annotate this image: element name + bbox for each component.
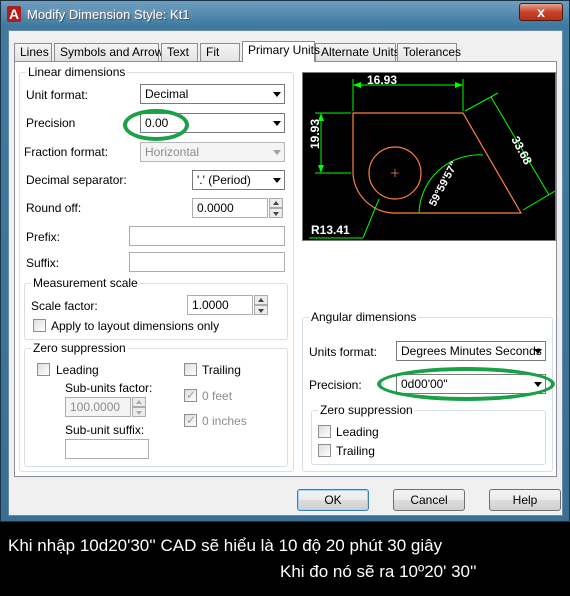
zero-feet-label: 0 feet [202,389,233,403]
window-title: Modify Dimension Style: Kt1 [27,7,190,22]
sub-units-factor-label: Sub-units factor: [65,381,153,395]
angular-units-format-label: Units format: [309,345,378,359]
precision-label: Precision [26,116,76,130]
angular-zero-suppression-title: Zero suppression [318,403,415,417]
fraction-format-label: Fraction format: [24,145,109,159]
caption-bar: Khi nhập 10d20'30'' CAD sẽ hiểu là 10 độ… [0,522,570,596]
prefix-input[interactable] [129,226,285,246]
dialog-client-area: Lines Symbols and Arrows Text Fit Primar… [8,30,563,516]
tab-text[interactable]: Text [161,43,198,61]
sub-unit-suffix-input[interactable] [65,439,149,459]
tab-symbols-and-arrows[interactable]: Symbols and Arrows [54,43,169,61]
tab-tolerances[interactable]: Tolerances [397,43,461,61]
close-button[interactable]: x [519,3,563,21]
preview-drawing: 16.93 19.93 33.68 59°59'57" R13.41 [308,73,555,239]
angular-dimensions-group: Angular dimensions Units format: Degrees… [302,310,553,472]
angular-leading-checkbox[interactable] [318,425,331,438]
angular-units-format-select[interactable]: Degrees Minutes Seconds [396,341,546,361]
cancel-button[interactable]: Cancel [393,489,465,511]
chevron-down-icon [273,121,281,126]
sub-units-factor-input[interactable]: 100.0000 [65,397,131,417]
unit-format-value: Decimal [145,87,189,101]
preview-dim-left: 19.93 [308,119,322,149]
angular-trailing-label: Trailing [336,444,375,458]
apply-layout-label: Apply to layout dimensions only [51,319,220,333]
zero-suppression-title: Zero suppression [31,341,128,355]
decimal-separator-select[interactable]: '.' (Period) [192,170,285,190]
unit-format-label: Unit format: [26,88,89,102]
suffix-label: Suffix: [26,256,60,270]
angular-precision-label: Precision: [309,378,362,392]
title-bar[interactable]: A Modify Dimension Style: Kt1 x [1,1,569,29]
preview-dim-top: 16.93 [367,73,397,87]
fraction-format-value: Horizontal [145,145,200,159]
spin-up-icon[interactable] [254,295,268,305]
linear-dimensions-group: Linear dimensions Unit format: Decimal P… [19,65,294,472]
apply-layout-checkbox[interactable] [33,319,46,332]
angular-trailing-checkbox[interactable] [318,444,331,457]
primary-units-panel: Linear dimensions Unit format: Decimal P… [14,61,557,477]
trailing-checkbox[interactable] [184,363,197,376]
tab-lines[interactable]: Lines [14,43,52,61]
precision-select[interactable]: 0.00 [140,113,285,133]
chevron-down-icon [534,349,542,354]
zero-suppression-group: Zero suppression Leading Trailing Sub-un… [24,341,288,467]
sub-units-factor-spinner[interactable] [132,397,146,417]
help-button[interactable]: Help [489,489,561,511]
fraction-format-select[interactable]: Horizontal [140,142,285,162]
unit-format-select[interactable]: Decimal [140,84,285,104]
trailing-label: Trailing [202,363,241,377]
angular-precision-select[interactable]: 0d00'00" [396,374,546,394]
round-off-spinner[interactable] [269,198,283,218]
tab-fit[interactable]: Fit [200,43,240,61]
leading-checkbox[interactable] [37,363,50,376]
zero-inches-checkbox[interactable] [184,413,197,427]
chevron-down-icon [273,92,281,97]
suffix-input[interactable] [129,252,285,272]
ok-button[interactable]: OK [297,489,369,511]
decimal-separator-label: Decimal separator: [26,173,127,187]
angular-units-format-value: Degrees Minutes Seconds [401,344,542,358]
scale-factor-spinner[interactable] [254,295,268,315]
caption-line-1: Khi nhập 10d20'30'' CAD sẽ hiểu là 10 độ… [8,536,443,555]
angular-precision-value: 0d00'00" [401,377,448,391]
tab-primary-units[interactable]: Primary Units [242,41,320,62]
dialog-window: A Modify Dimension Style: Kt1 x Lines Sy… [0,0,570,522]
chevron-down-icon [534,382,542,387]
measurement-scale-group: Measurement scale Scale factor: 1.0000 A… [24,276,288,340]
spin-down-icon[interactable] [269,208,283,218]
spin-up-icon[interactable] [132,397,146,407]
angular-leading-label: Leading [336,425,379,439]
precision-value: 0.00 [145,116,169,130]
caption-line-2: Khi đo nó sẽ ra 10º20' 30'' [280,562,477,581]
sub-unit-suffix-label: Sub-unit suffix: [65,423,145,437]
preview-dim-radius: R13.41 [311,223,350,237]
measurement-scale-title: Measurement scale [31,276,140,290]
round-off-label: Round off: [26,201,82,215]
zero-feet-checkbox[interactable] [184,388,197,402]
spin-down-icon[interactable] [132,407,146,417]
dimension-preview: 16.93 19.93 33.68 59°59'57" R13.41 [302,72,556,241]
prefix-label: Prefix: [26,230,61,244]
decimal-separator-value: '.' (Period) [197,173,251,187]
spin-down-icon[interactable] [254,305,268,315]
round-off-input[interactable]: 0.0000 [192,198,268,218]
scale-factor-label: Scale factor: [31,299,98,313]
angular-zero-suppression-group: Zero suppression Leading Trailing [311,403,546,465]
scale-factor-input[interactable]: 1.0000 [187,295,253,315]
linear-dimensions-title: Linear dimensions [26,65,128,79]
zero-inches-label: 0 inches [202,414,247,428]
leading-label: Leading [56,363,99,377]
spin-up-icon[interactable] [269,198,283,208]
chevron-down-icon [273,178,281,183]
tab-alternate-units[interactable]: Alternate Units [315,43,400,61]
angular-dimensions-title: Angular dimensions [309,310,419,324]
preview-dim-right: 33.68 [508,134,535,167]
preview-dim-angle: 59°59'57" [427,160,461,209]
chevron-down-icon [273,150,281,155]
autocad-app-icon: A [7,6,21,22]
